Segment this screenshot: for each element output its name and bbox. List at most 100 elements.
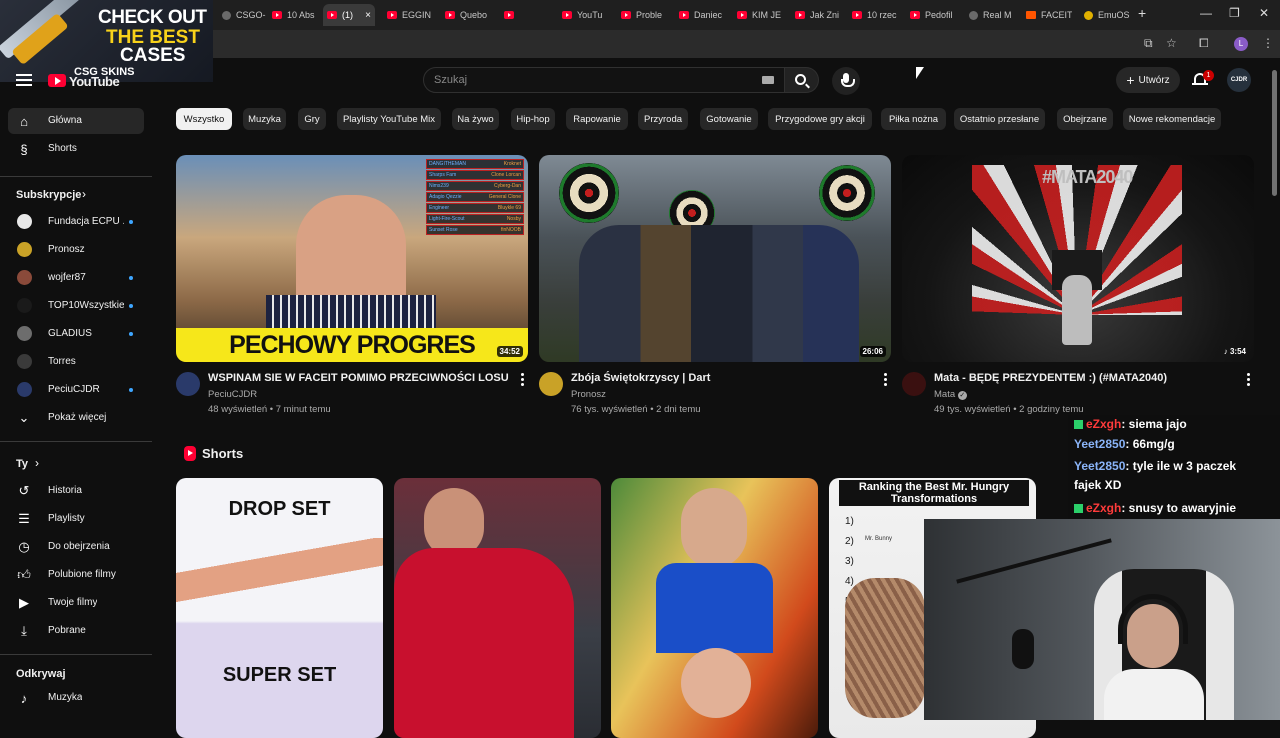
sidebar-item-subscription[interactable]: GLADIUS xyxy=(8,321,144,347)
sidebar-item[interactable]: ↺ Historia xyxy=(8,478,144,504)
video-thumbnail[interactable]: #MATA2040 ♪ 3:54 xyxy=(902,155,1254,362)
subscriptions-header[interactable]: Subskrypcje xyxy=(16,189,81,201)
sidebar-item[interactable]: ⤓ Pobrane xyxy=(8,618,144,644)
dartboard-graphic xyxy=(819,165,875,221)
shorts-duration-badge: ♪ 3:54 xyxy=(1223,347,1246,356)
filter-chip[interactable]: Gry xyxy=(298,108,326,130)
cast-icon[interactable]: ⧉ xyxy=(1144,36,1153,51)
you-header[interactable]: Ty xyxy=(16,458,28,470)
sidebar-item[interactable]: ♪ Muzyka xyxy=(8,685,144,711)
browser-tab[interactable]: Pedofil xyxy=(906,4,956,26)
filter-chip[interactable]: Gotowanie xyxy=(700,108,758,130)
show-more-button[interactable]: ⌄ Pokaż więcej xyxy=(8,405,144,431)
chevron-right-icon[interactable]: › xyxy=(82,187,86,201)
mic-icon[interactable] xyxy=(832,67,860,95)
chat-message: eZxgh: snusy to awaryjnie xyxy=(1074,501,1236,515)
browser-tab[interactable]: FACEIT xyxy=(1022,4,1072,26)
filter-chip[interactable]: Piłka nożna xyxy=(881,108,946,130)
video-thumbnail[interactable]: DANGITHEMAN Kroknet Sharps Fam Clone Lorcan… xyxy=(176,155,528,362)
youtube-logo-text[interactable]: YouTube xyxy=(69,74,120,89)
browser-tab[interactable]: Jak Zni xyxy=(791,4,841,26)
microphone-arm xyxy=(956,538,1112,584)
browser-tab[interactable]: KIM JE xyxy=(733,4,783,26)
sidebar-item[interactable]: 👍︎ Polubione filmy xyxy=(8,562,144,588)
more-options-icon[interactable] xyxy=(883,373,887,386)
channel-avatar[interactable] xyxy=(902,372,926,396)
star-icon[interactable]: ☆ xyxy=(1166,36,1177,50)
sidebar-item-subscription[interactable]: TOP10Wszystkie... xyxy=(8,293,144,319)
search-button[interactable] xyxy=(785,67,819,93)
close-window-button[interactable]: ✕ xyxy=(1259,6,1269,20)
chevron-right-icon[interactable]: › xyxy=(35,456,39,470)
video-title[interactable]: Zbója Świętokrzyscy | Dart xyxy=(571,372,710,384)
close-tab-icon[interactable]: × xyxy=(365,10,371,21)
menu-icon[interactable] xyxy=(16,74,32,86)
sidebar-item[interactable]: ⌂ Główna xyxy=(8,108,144,134)
video-channel[interactable]: PeciuCJDR xyxy=(208,389,257,400)
browser-tab[interactable]: EGGIN xyxy=(383,4,433,26)
browser-tab[interactable]: EmuOS xyxy=(1080,4,1130,26)
channel-avatar xyxy=(17,382,32,397)
browser-tab[interactable]: 10 Abs xyxy=(268,4,318,26)
minimize-button[interactable]: — xyxy=(1200,6,1212,20)
sidebar-item[interactable]: ▶ Twoje filmy xyxy=(8,590,144,616)
create-button[interactable]: + Utwórz xyxy=(1116,67,1180,93)
restore-button[interactable]: ❐ xyxy=(1229,6,1240,20)
video-channel[interactable]: Mata ✓ xyxy=(934,389,967,400)
channel-avatar[interactable] xyxy=(176,372,200,396)
search-input[interactable] xyxy=(434,72,734,88)
notification-badge: 1 xyxy=(1203,70,1214,81)
browser-tab[interactable]: Real M xyxy=(965,4,1015,26)
tab-label: CSGO- xyxy=(236,10,266,20)
profile-icon[interactable]: L xyxy=(1234,37,1248,51)
more-options-icon[interactable] xyxy=(1246,373,1250,386)
browser-tab[interactable]: YouTu xyxy=(558,4,608,26)
keyboard-icon[interactable] xyxy=(762,76,774,84)
channel-avatar[interactable] xyxy=(539,372,563,396)
new-tab-button[interactable]: + xyxy=(1138,5,1146,21)
browser-tab[interactable]: Quebo xyxy=(441,4,491,26)
browser-tab[interactable]: (1) × xyxy=(323,4,375,26)
browser-tab[interactable]: CSGO- xyxy=(218,4,268,26)
sidebar-item-subscription[interactable]: Pronosz xyxy=(8,237,144,263)
more-options-icon[interactable] xyxy=(520,373,524,386)
youtube-logo-icon[interactable] xyxy=(48,74,66,87)
filter-chip[interactable]: Rapowanie xyxy=(566,108,628,130)
search-box[interactable] xyxy=(423,67,785,93)
filter-chip[interactable]: Wszystko xyxy=(176,108,232,130)
filter-chip[interactable]: Muzyka xyxy=(243,108,286,130)
filter-chip[interactable]: Przyroda xyxy=(638,108,688,130)
browser-tab[interactable] xyxy=(500,4,550,26)
video-title[interactable]: Mata - BĘDĘ PREZYDENTEM :) (#MATA2040) xyxy=(934,372,1167,384)
video-title[interactable]: WSPINAM SIE W FACEIT POMIMO PRZECIWNOŚCI… xyxy=(208,372,509,384)
extensions-icon[interactable]: ⧠ xyxy=(1199,36,1209,51)
video-thumbnail[interactable]: 26:06 xyxy=(539,155,891,362)
short-card[interactable] xyxy=(611,478,818,738)
sidebar-item-subscription[interactable]: wojfer87 xyxy=(8,265,144,291)
sidebar-item-subscription[interactable]: Torres xyxy=(8,349,144,375)
sidebar-item[interactable]: § Shorts xyxy=(8,136,144,162)
avatar[interactable]: CJDR xyxy=(1227,68,1251,92)
sidebar-item-subscription[interactable]: PeciuCJDR xyxy=(8,377,144,403)
filter-chip[interactable]: Playlisty YouTube Mix xyxy=(337,108,441,130)
filter-chip[interactable]: Nowe rekomendacje xyxy=(1123,108,1221,130)
filter-chip[interactable]: Hip-hop xyxy=(511,108,555,130)
more-icon[interactable]: ⋮ xyxy=(1262,36,1274,50)
sidebar-item-subscription[interactable]: Fundacja ECPU ... xyxy=(8,209,144,235)
filter-chip[interactable]: Ostatnio przesłane xyxy=(954,108,1045,130)
sidebar-item[interactable]: ☰ Playlisty xyxy=(8,506,144,532)
filter-chip[interactable]: Obejrzane xyxy=(1057,108,1113,130)
sidebar-item-label: Pronosz xyxy=(48,244,85,255)
browser-tab[interactable]: Proble xyxy=(617,4,667,26)
filter-chip[interactable]: Przygodowe gry akcji xyxy=(768,108,872,130)
page-scrollbar[interactable] xyxy=(1272,70,1277,196)
filter-chip[interactable]: Na żywo xyxy=(452,108,499,130)
browser-tab[interactable]: Daniec xyxy=(675,4,725,26)
sidebar-item[interactable]: ◷ Do obejrzenia xyxy=(8,534,144,560)
short-card[interactable] xyxy=(394,478,601,738)
short-card[interactable]: DROP SET SUPER SET xyxy=(176,478,383,738)
killfeed-attacker: Adagio Qezzie xyxy=(429,194,462,200)
browser-tab[interactable]: 10 rzec xyxy=(848,4,898,26)
chat-message: eZxgh: siema jajo xyxy=(1074,417,1187,431)
video-channel[interactable]: Pronosz xyxy=(571,389,606,400)
